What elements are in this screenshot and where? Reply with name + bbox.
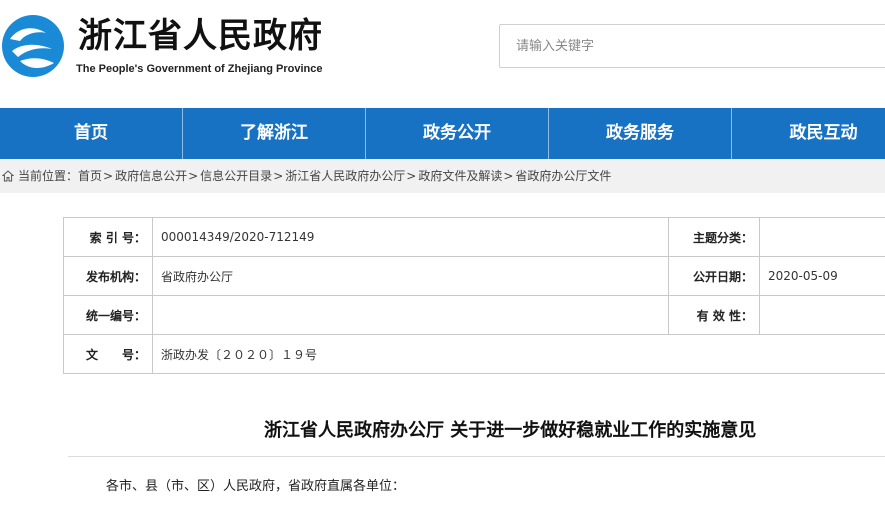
nav-item-government-services[interactable]: 政务服务 <box>549 108 732 159</box>
table-row: 统一编号： 有 效 性： <box>63 295 885 335</box>
unified-number-value <box>152 295 669 335</box>
article-title: 浙江省人民政府办公厅 关于进一步做好稳就业工作的实施意见 <box>264 420 757 441</box>
site-header: 浙江省人民政府 The People's Government of Zheji… <box>0 0 885 108</box>
site-subtitle: The People's Government of Zhejiang Prov… <box>76 63 323 75</box>
document-info-table: 索 引 号： 000014349/2020-712149 主题分类： 发布机构：… <box>63 217 885 374</box>
search-input[interactable] <box>500 25 885 67</box>
publish-date-value: 2020-05-09 <box>759 256 885 296</box>
breadcrumb-link-general-office[interactable]: 浙江省人民政府办公厅 <box>285 169 405 183</box>
table-row: 索 引 号： 000014349/2020-712149 主题分类： <box>63 217 885 257</box>
breadcrumb-trail: 当前位置：首页> 政府信息公开> 信息公开目录> 浙江省人民政府办公厅> 政府文件及解读… <box>18 159 611 193</box>
home-icon <box>2 170 14 182</box>
unified-number-label: 统一编号： <box>63 295 153 335</box>
breadcrumb-separator: > <box>406 169 417 183</box>
breadcrumb-link-home[interactable]: 首页 <box>78 169 102 183</box>
issuer-value: 省政府办公厅 <box>152 256 669 296</box>
nav-item-government-affairs[interactable]: 政务公开 <box>366 108 549 159</box>
topic-category-value <box>759 217 885 257</box>
validity-label: 有 效 性： <box>668 295 760 335</box>
breadcrumb-link-gov-info[interactable]: 政府信息公开 <box>115 169 187 183</box>
breadcrumb: 当前位置：首页> 政府信息公开> 信息公开目录> 浙江省人民政府办公厅> 政府文件及解读… <box>0 159 885 193</box>
breadcrumb-link-office-documents[interactable]: 省政府办公厅文件 <box>515 169 611 183</box>
breadcrumb-separator: > <box>103 169 114 183</box>
article-salutation: 各市、县（市、区）人民政府，省政府直属各单位： <box>106 479 406 494</box>
nav-item-home[interactable]: 首页 <box>0 108 183 159</box>
index-number-value: 000014349/2020-712149 <box>152 217 669 257</box>
table-row: 发布机构： 省政府办公厅 公开日期： 2020-05-09 <box>63 256 885 296</box>
zhejiang-wave-emblem-icon[interactable] <box>0 13 66 79</box>
topic-category-label: 主题分类： <box>668 217 760 257</box>
search-box <box>499 24 885 68</box>
issuer-label: 发布机构： <box>63 256 153 296</box>
breadcrumb-link-catalog[interactable]: 信息公开目录 <box>200 169 272 183</box>
breadcrumb-link-documents[interactable]: 政府文件及解读 <box>418 169 502 183</box>
validity-value <box>759 295 885 335</box>
table-row: 文 号： 浙政办发〔２０２０〕１９号 <box>63 334 885 374</box>
breadcrumb-separator: > <box>273 169 284 183</box>
breadcrumb-prefix: 当前位置： <box>18 169 79 183</box>
index-number-label: 索 引 号： <box>63 217 153 257</box>
document-number-label: 文 号： <box>63 334 153 374</box>
document-number-value: 浙政办发〔２０２０〕１９号 <box>152 334 885 374</box>
nav-item-about-zhejiang[interactable]: 了解浙江 <box>183 108 366 159</box>
title-divider <box>68 456 885 457</box>
site-title[interactable]: 浙江省人民政府 <box>78 16 323 56</box>
breadcrumb-separator: > <box>188 169 199 183</box>
main-nav: 首页 了解浙江 政务公开 政务服务 政民互动 <box>0 108 885 159</box>
nav-item-interaction[interactable]: 政民互动 <box>732 108 885 159</box>
publish-date-label: 公开日期： <box>668 256 760 296</box>
breadcrumb-separator: > <box>503 169 514 183</box>
